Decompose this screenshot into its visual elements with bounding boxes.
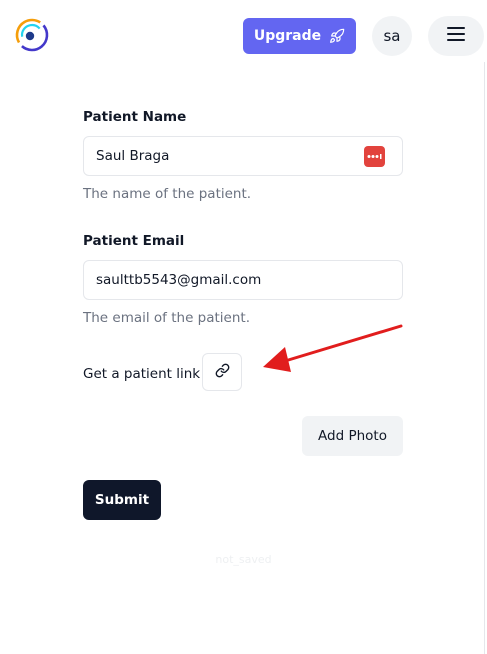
patient-link-label: Get a patient link	[83, 366, 201, 382]
patient-name-label: Patient Name	[83, 109, 187, 125]
submit-label: Submit	[94, 492, 150, 508]
patient-email-help: The email of the patient.	[83, 310, 251, 326]
patient-name-value: Saul Braga	[96, 148, 170, 164]
patient-email-label: Patient Email	[83, 233, 185, 249]
link-icon	[215, 363, 230, 382]
patient-email-value: saulttb5543@gmail.com	[96, 272, 262, 288]
add-photo-button[interactable]: Add Photo	[302, 416, 403, 456]
page: Upgrade sa Patient Name Saul Braga The n…	[0, 0, 487, 654]
app-logo-icon[interactable]	[14, 17, 50, 53]
patient-name-help: The name of the patient.	[83, 186, 252, 202]
rocket-icon	[329, 28, 345, 44]
user-avatar[interactable]: sa	[372, 16, 412, 56]
patient-name-input[interactable]: Saul Braga	[83, 136, 403, 176]
add-photo-label: Add Photo	[318, 428, 387, 444]
patient-email-input[interactable]: saulttb5543@gmail.com	[83, 260, 403, 300]
menu-button[interactable]	[428, 16, 484, 56]
upgrade-button[interactable]: Upgrade	[243, 18, 356, 54]
get-patient-link-button[interactable]	[202, 353, 242, 391]
avatar-initials: sa	[383, 27, 401, 45]
red-arrow-annotation	[255, 320, 405, 380]
hamburger-menu-icon	[446, 26, 466, 46]
upgrade-label: Upgrade	[253, 28, 322, 44]
password-manager-icon[interactable]	[364, 146, 385, 167]
save-status-text: not_saved	[215, 553, 272, 566]
submit-button[interactable]: Submit	[83, 480, 161, 520]
